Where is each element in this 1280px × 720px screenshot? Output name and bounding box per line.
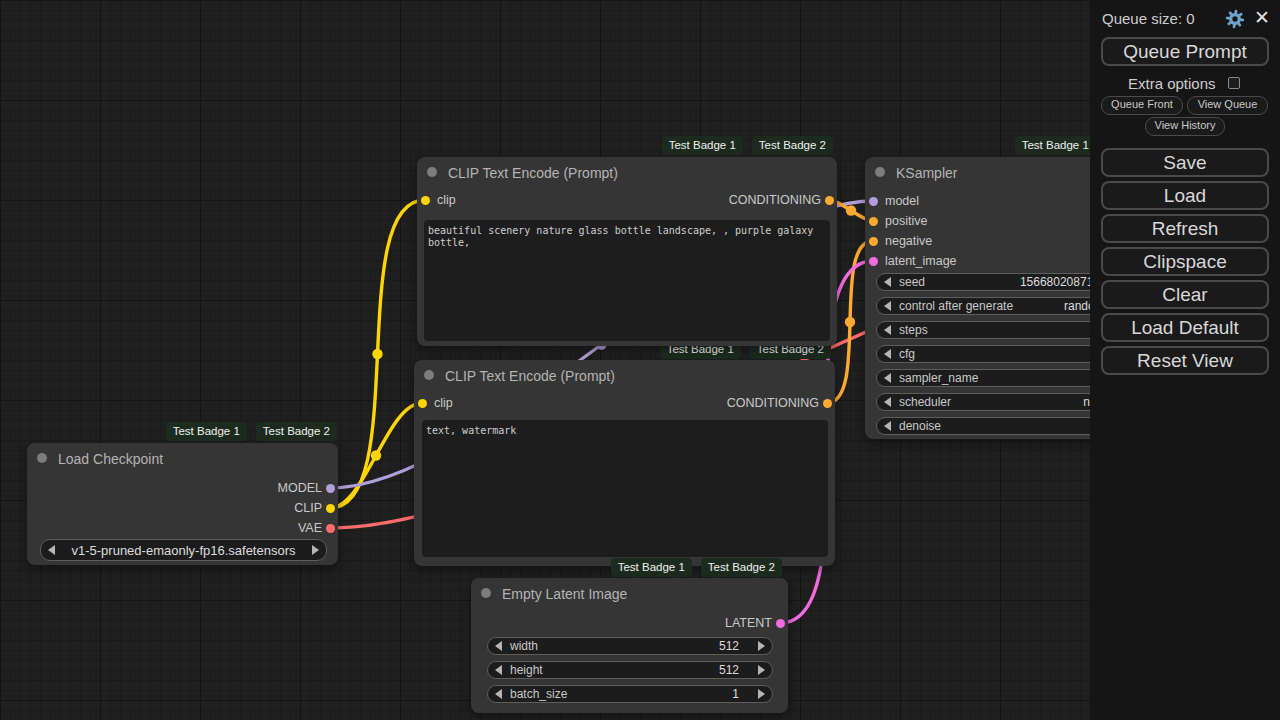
extra-options-checkbox[interactable] [1228, 77, 1240, 89]
clear-button[interactable]: Clear [1101, 280, 1269, 309]
link-midpoint-dot [821, 437, 831, 447]
view-queue-button[interactable]: View Queue [1187, 96, 1268, 115]
view-history-button[interactable]: View History [1145, 117, 1225, 136]
load-button[interactable]: Load [1101, 181, 1269, 210]
refresh-button[interactable]: Refresh [1101, 214, 1269, 243]
load-default-button[interactable]: Load Default [1101, 313, 1269, 342]
save-button[interactable]: Save [1101, 148, 1269, 177]
extra-options-label: Extra options [1128, 75, 1216, 92]
queue-size-label: Queue size: 0 [1102, 10, 1195, 27]
link-midpoint-dot [372, 349, 382, 359]
queue-front-button[interactable]: Queue Front [1101, 96, 1183, 115]
clipspace-button[interactable]: Clipspace [1101, 247, 1269, 276]
comfyui-canvas[interactable]: Test Badge 1Test Badge 2Load CheckpointM… [0, 0, 1280, 720]
reset-view-button[interactable]: Reset View [1101, 346, 1269, 375]
link-midpoint-dot [596, 339, 606, 349]
queue-prompt-button[interactable]: Queue Prompt [1101, 37, 1269, 66]
link-midpoint-dot [845, 317, 855, 327]
settings-gear-icon[interactable] [1225, 9, 1245, 29]
link-wires [0, 0, 1280, 720]
side-menu: Queue size: 0 ✕ Queue Prompt Extra options Q… [1090, 0, 1280, 720]
link-midpoint-dot [735, 384, 745, 394]
link-midpoint-dot [846, 205, 856, 215]
link-midpoint-dot [371, 450, 381, 460]
close-icon[interactable]: ✕ [1254, 6, 1270, 28]
